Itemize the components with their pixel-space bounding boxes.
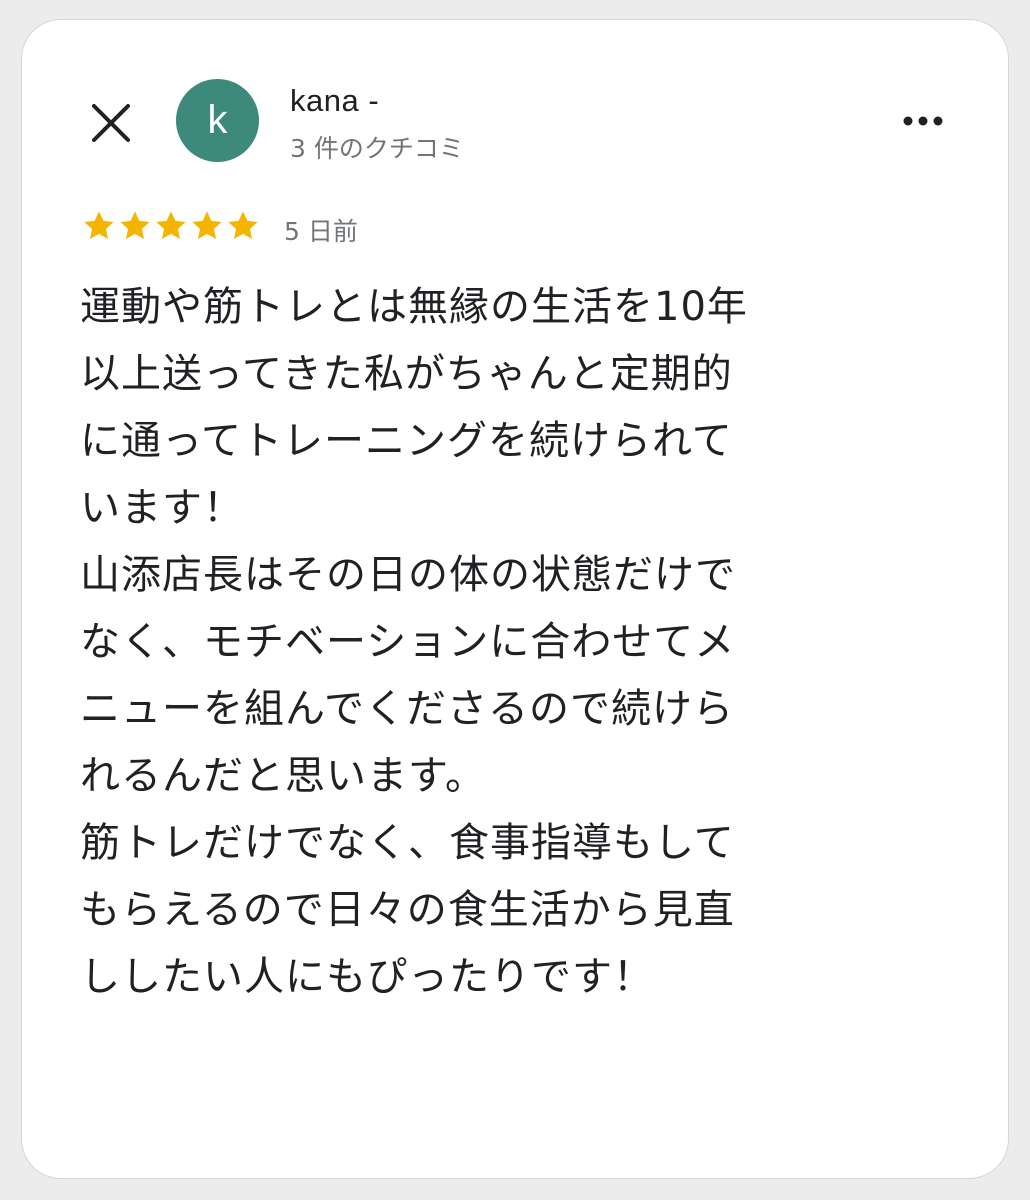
star-icon — [192, 211, 222, 240]
review-text-line: れるんだと思います。 — [80, 753, 486, 799]
star-icon — [120, 211, 150, 240]
review-card: k kana - 3 件のクチコミ 5 日前 運動や筋トレとは無縁の生活を10年… — [21, 19, 1009, 1179]
close-button[interactable] — [86, 98, 136, 148]
avatar-letter: k — [207, 98, 228, 142]
review-count[interactable]: 3 件のクチコミ — [290, 129, 464, 165]
review-text-line: 山添店長はその日の体の状態だけで — [80, 552, 736, 598]
more-horizontal-icon — [903, 116, 943, 126]
avatar[interactable]: k — [176, 79, 259, 162]
star-icon — [84, 211, 114, 240]
review-text-line: います！ — [80, 485, 244, 531]
more-options-button[interactable] — [898, 106, 948, 136]
review-text-line: 筋トレだけでなく、食事指導もして — [80, 820, 735, 866]
star-rating — [82, 208, 260, 248]
close-icon — [92, 104, 130, 142]
review-text-line: 以上送ってきた私がちゃんと定期的 — [80, 351, 733, 397]
review-text: 運動や筋トレとは無縁の生活を10年 以上送ってきた私がちゃんと定期的 に通ってトレー… — [80, 274, 960, 1011]
review-text-line: ニューを組んでくださるので続けら — [80, 686, 734, 732]
review-date: 5 日前 — [284, 217, 358, 246]
reviewer-name[interactable]: kana - — [290, 83, 379, 119]
star-icon — [228, 211, 258, 240]
review-text-line: なく、モチベーションに合わせてメ — [80, 619, 736, 665]
review-text-line: 運動や筋トレとは無縁の生活を10年 — [80, 284, 748, 330]
review-text-line: ししたい人にもぴったりです！ — [80, 954, 654, 1000]
review-text-line: もらえるので日々の食生活から見直 — [80, 887, 735, 933]
star-icon — [156, 211, 186, 240]
review-text-line: に通ってトレーニングを続けられて — [80, 418, 733, 464]
